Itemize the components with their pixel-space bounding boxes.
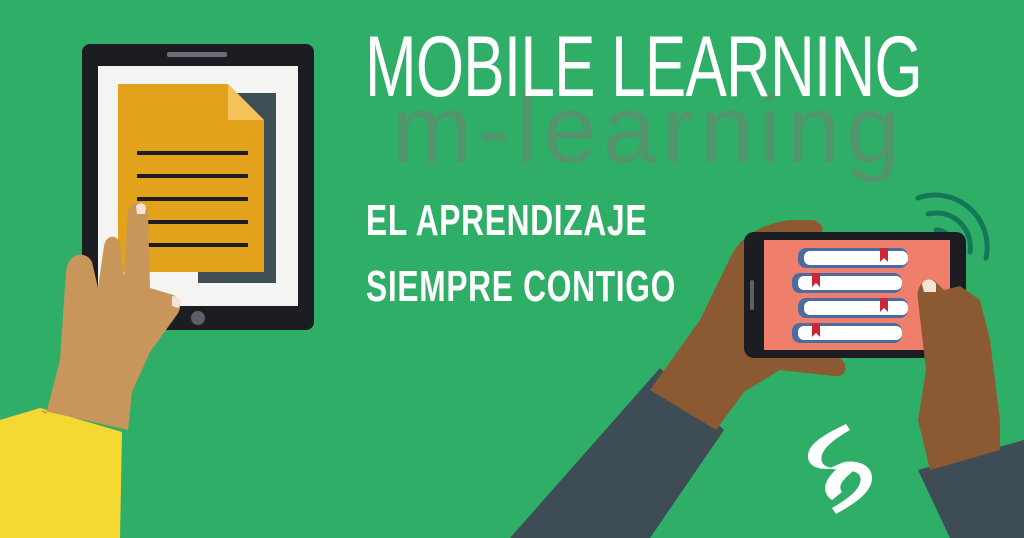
phone-illustration bbox=[510, 192, 1024, 538]
right-dark-hand bbox=[917, 279, 1000, 470]
banner: m-learning MOBILE LEARNING EL APRENDIZAJ… bbox=[0, 0, 1024, 538]
logo-s-icon bbox=[808, 424, 872, 514]
